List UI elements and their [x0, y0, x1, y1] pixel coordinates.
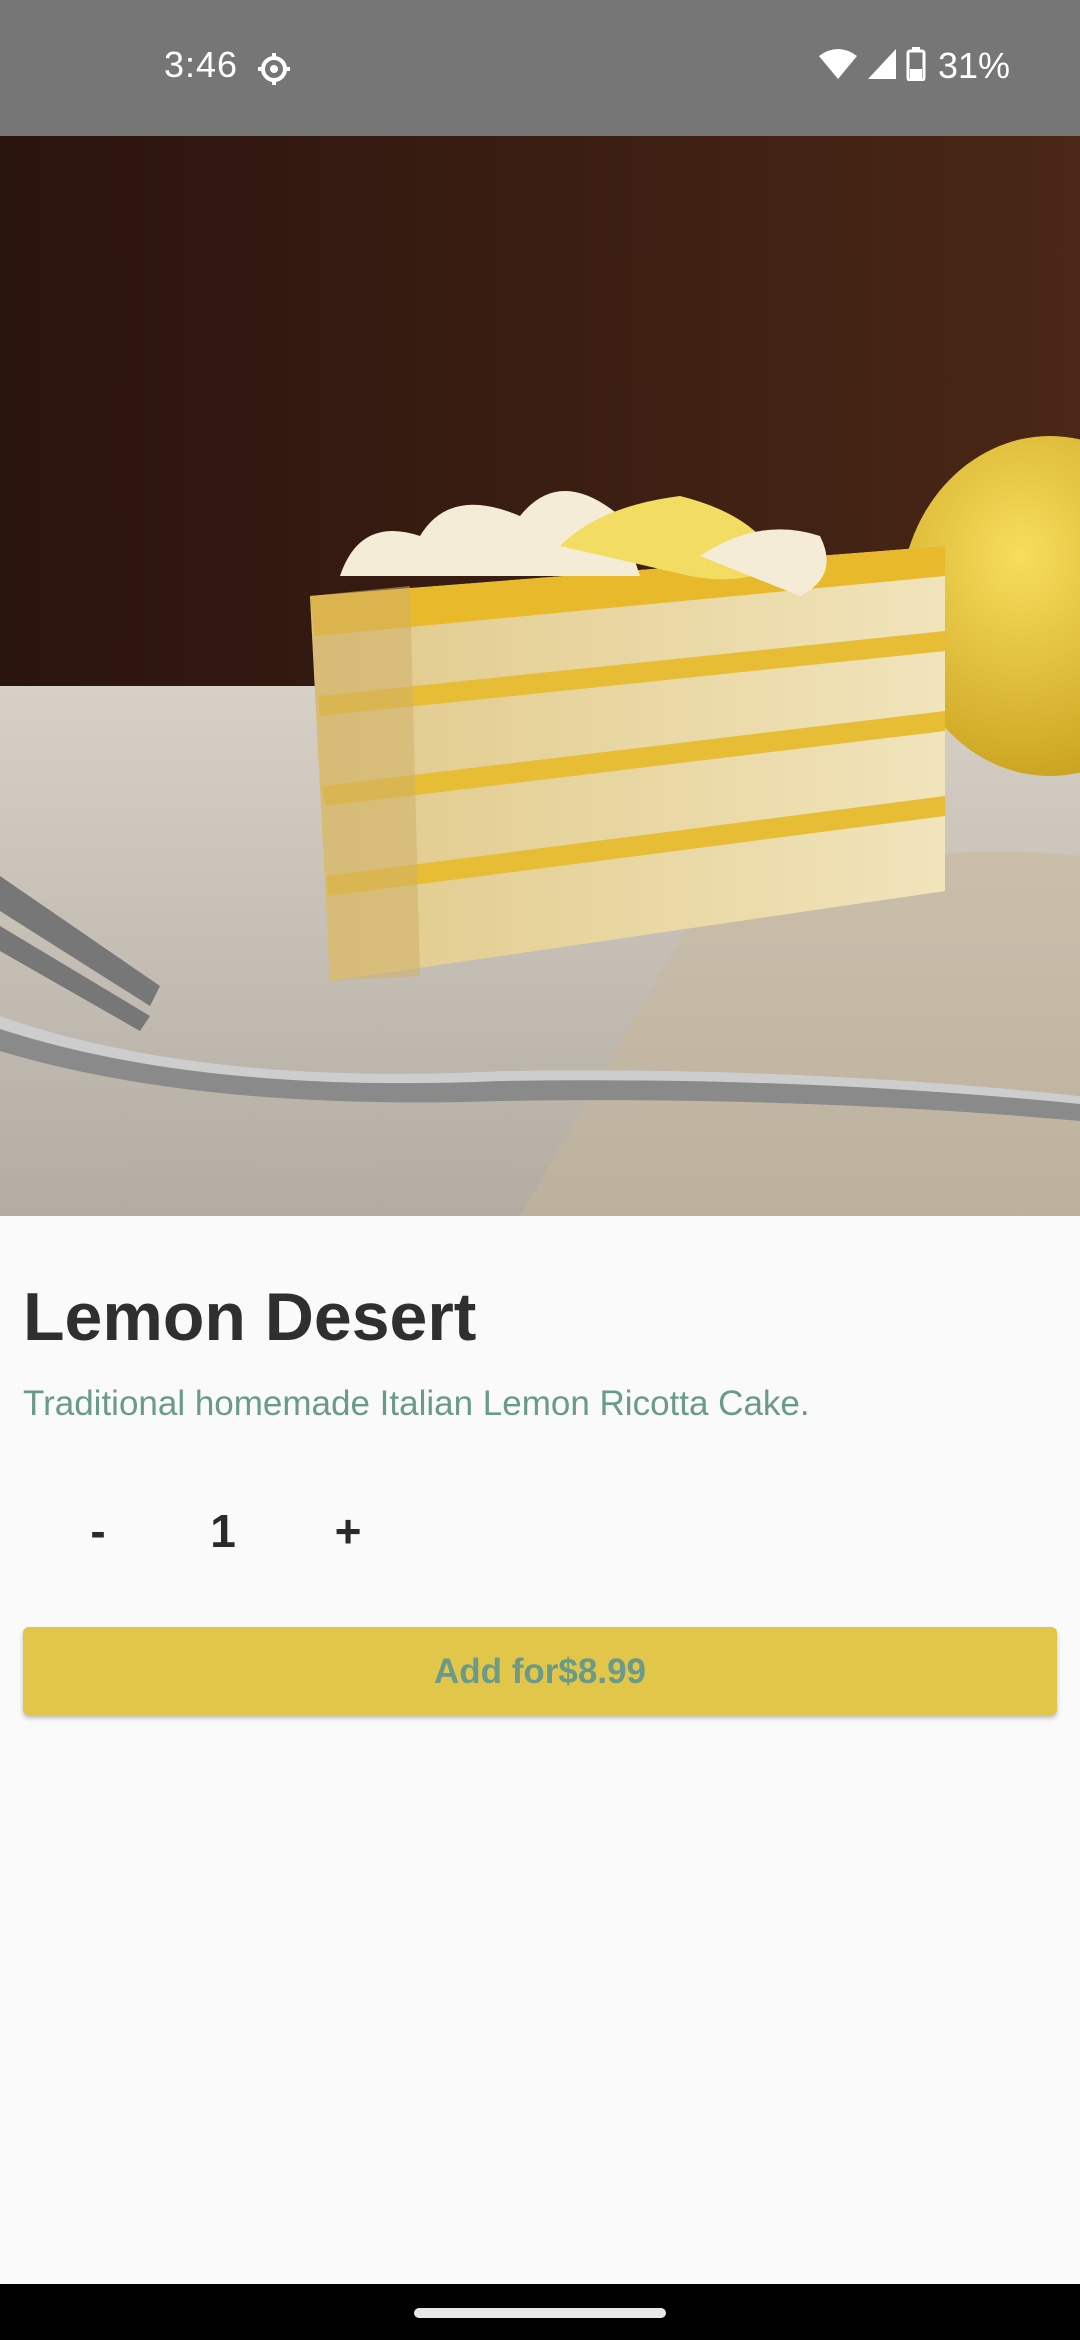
quantity-value: 1	[210, 1505, 236, 1557]
status-time: 3:46	[164, 44, 239, 85]
status-indicators: 31%	[818, 44, 1010, 88]
product-image	[0, 136, 1080, 1216]
decrement-button[interactable]: -	[58, 1486, 138, 1576]
product-title: Lemon Desert	[23, 1279, 477, 1355]
add-to-cart-button[interactable]: Add for$8.99	[23, 1627, 1057, 1715]
status-bar: 3:46 31%	[0, 0, 1080, 136]
increment-button[interactable]: +	[308, 1486, 388, 1576]
product-description: Traditional homemade Italian Lemon Ricot…	[23, 1384, 810, 1423]
wifi-icon	[818, 47, 858, 86]
navigation-bar	[0, 2284, 1080, 2340]
cell-signal-icon	[866, 47, 898, 86]
home-indicator[interactable]	[414, 2308, 666, 2318]
battery-percentage: 31%	[937, 45, 1010, 86]
quantity-stepper: - 1 +	[0, 1486, 500, 1576]
battery-icon	[906, 46, 926, 86]
settings-gear-icon	[257, 52, 291, 86]
